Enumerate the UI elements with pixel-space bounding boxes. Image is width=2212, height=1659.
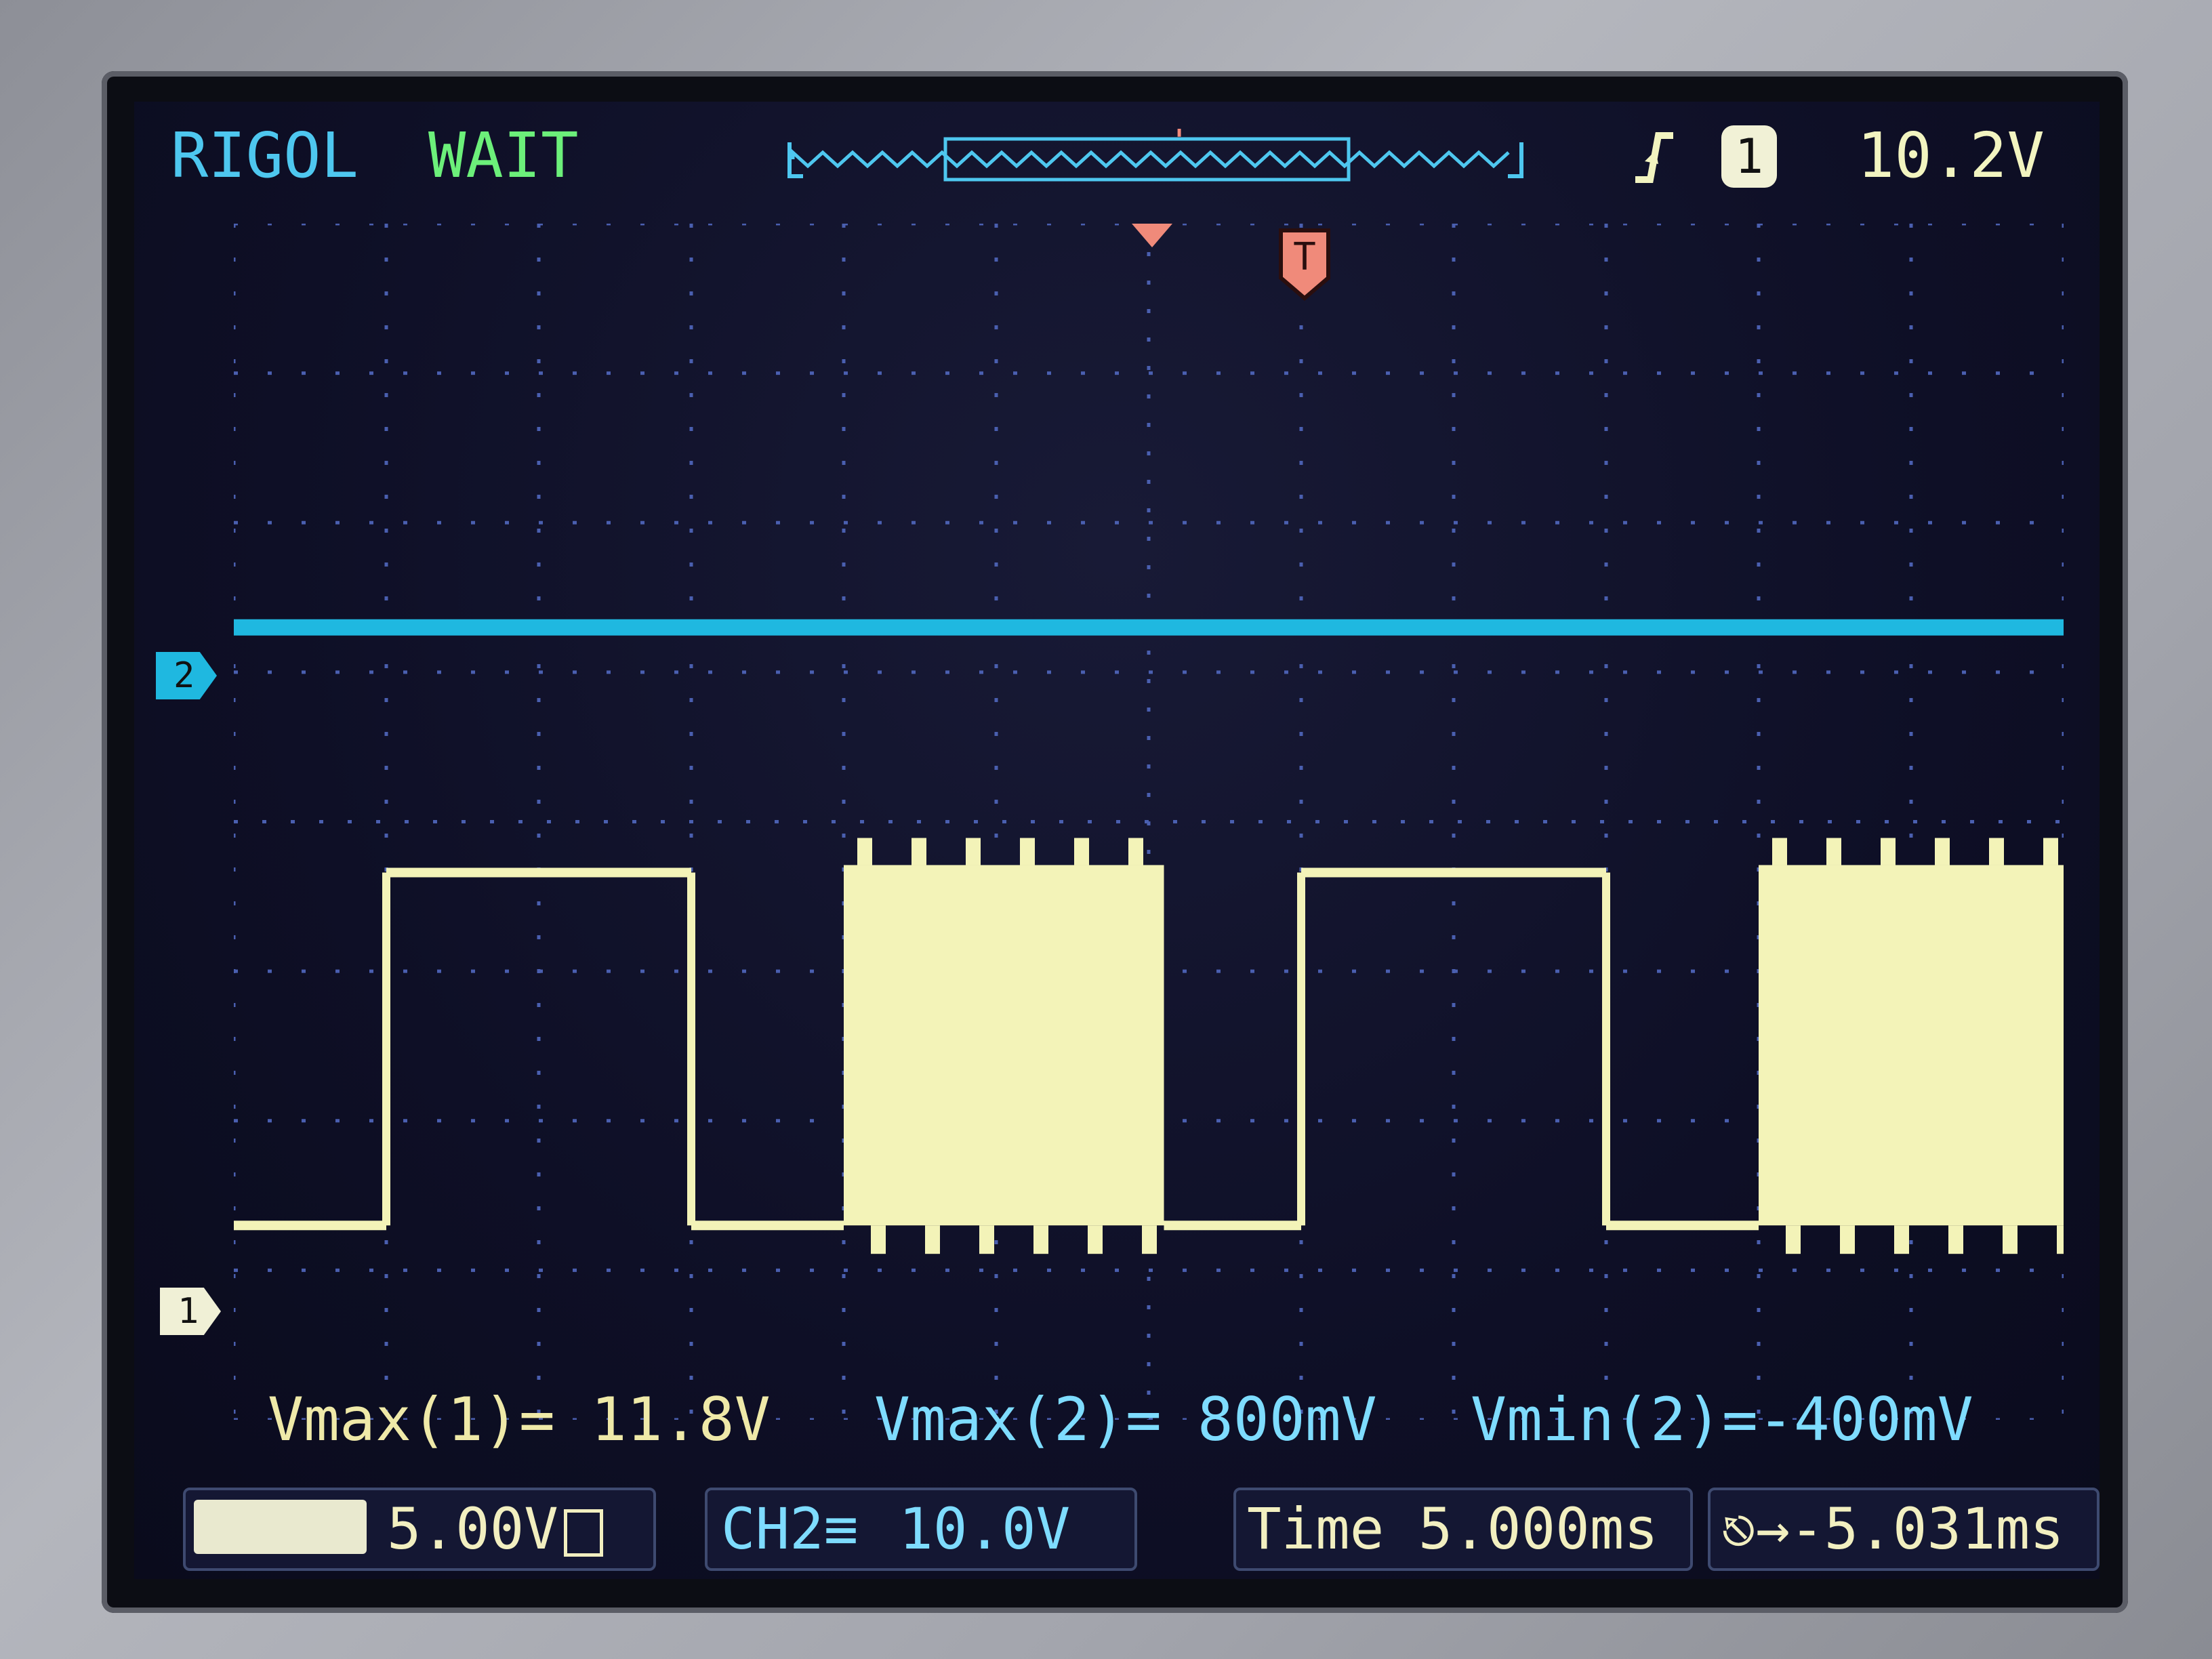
- measurement-vmin-ch2: Vmin(2)=-400mV: [1471, 1385, 1973, 1454]
- bandwidth-limit-icon: [563, 1509, 603, 1557]
- trigger-offset-box[interactable]: ⎋→-5.031ms: [1708, 1488, 2100, 1571]
- ch2-scale-box[interactable]: CH2≡ 10.0V: [705, 1488, 1137, 1571]
- ch1-pwm-spike-top: [912, 838, 926, 865]
- ch1-pwm-spike-bottom: [1786, 1225, 1801, 1254]
- time-scale-value: 5.000ms: [1418, 1496, 1658, 1562]
- ch1-scale-box[interactable]: 5.00V: [183, 1488, 656, 1571]
- ch1-pwm-spike-top: [1020, 838, 1035, 865]
- ch1-pwm-spike-top: [1826, 838, 1841, 865]
- trigger-offset-value: -5.031ms: [1790, 1496, 2064, 1562]
- ch1-pwm-spike-top: [857, 838, 872, 865]
- svg-text:T: T: [1169, 129, 1189, 145]
- ch1-pwm-spike-bottom: [1033, 1225, 1048, 1254]
- ch1-pwm-burst: [844, 865, 1164, 1226]
- trigger-source-badge: 1: [1721, 125, 1777, 188]
- ch1-pwm-spike-bottom: [2057, 1225, 2064, 1254]
- acquisition-state: WAIT: [428, 119, 579, 192]
- timebase-box[interactable]: Time 5.000ms: [1233, 1488, 1693, 1571]
- ch1-pwm-spike-bottom: [925, 1225, 940, 1254]
- ch2-label: CH2: [721, 1496, 824, 1562]
- ch1-pwm-spike-top: [966, 838, 981, 865]
- ch1-scale-value: 5.00V: [387, 1496, 558, 1562]
- ch1-pwm-spike-bottom: [979, 1225, 994, 1254]
- measurement-vmax-ch2: Vmax(2)= 800mV: [874, 1385, 1377, 1454]
- ch1-pwm-burst: [1759, 865, 2064, 1226]
- measurement-vmax-ch1: Vmax(1)= 11.8V: [268, 1385, 771, 1454]
- ch1-pwm-spike-top: [1881, 838, 1896, 865]
- ch1-pwm-spike-top: [1989, 838, 2004, 865]
- dc-coupling-icon: ≡: [823, 1496, 859, 1562]
- ch1-pwm-spike-bottom: [1840, 1225, 1855, 1254]
- trigger-position-marker: [1132, 224, 1172, 247]
- trigger-level-marker-icon: T: [1279, 228, 1330, 301]
- ch2-scale-value: 10.0V: [899, 1496, 1071, 1562]
- trigger-level-readout: 10.2V: [1857, 119, 2045, 192]
- brand-logo: RIGOL: [171, 119, 359, 192]
- rising-edge-icon: [1635, 132, 1673, 183]
- ch1-pwm-spike-bottom: [1894, 1225, 1909, 1254]
- ch1-pwm-spike-top: [1772, 838, 1787, 865]
- ch1-channel-tag: [194, 1500, 367, 1554]
- waveform-plot: T: [234, 224, 2064, 1420]
- ch1-pwm-spike-top: [1074, 838, 1089, 865]
- time-label: Time: [1247, 1496, 1385, 1562]
- ch1-pwm-spike-bottom: [1088, 1225, 1103, 1254]
- memory-depth-bar: T: [787, 129, 1523, 182]
- ch1-pwm-spike-top: [1935, 838, 1950, 865]
- ch1-pwm-spike-top: [1128, 838, 1143, 865]
- svg-text:T: T: [1293, 235, 1316, 279]
- ch1-pwm-spike-bottom: [871, 1225, 886, 1254]
- ch1-pwm-spike-bottom: [1142, 1225, 1157, 1254]
- ch1-pwm-spike-top: [2043, 838, 2058, 865]
- ch1-pwm-spike-bottom: [1948, 1225, 1963, 1254]
- ch1-pwm-spike-bottom: [2003, 1225, 2018, 1254]
- waveform-traces: [234, 619, 2064, 1254]
- trigger-position-icon: ⎋→: [1721, 1496, 1790, 1562]
